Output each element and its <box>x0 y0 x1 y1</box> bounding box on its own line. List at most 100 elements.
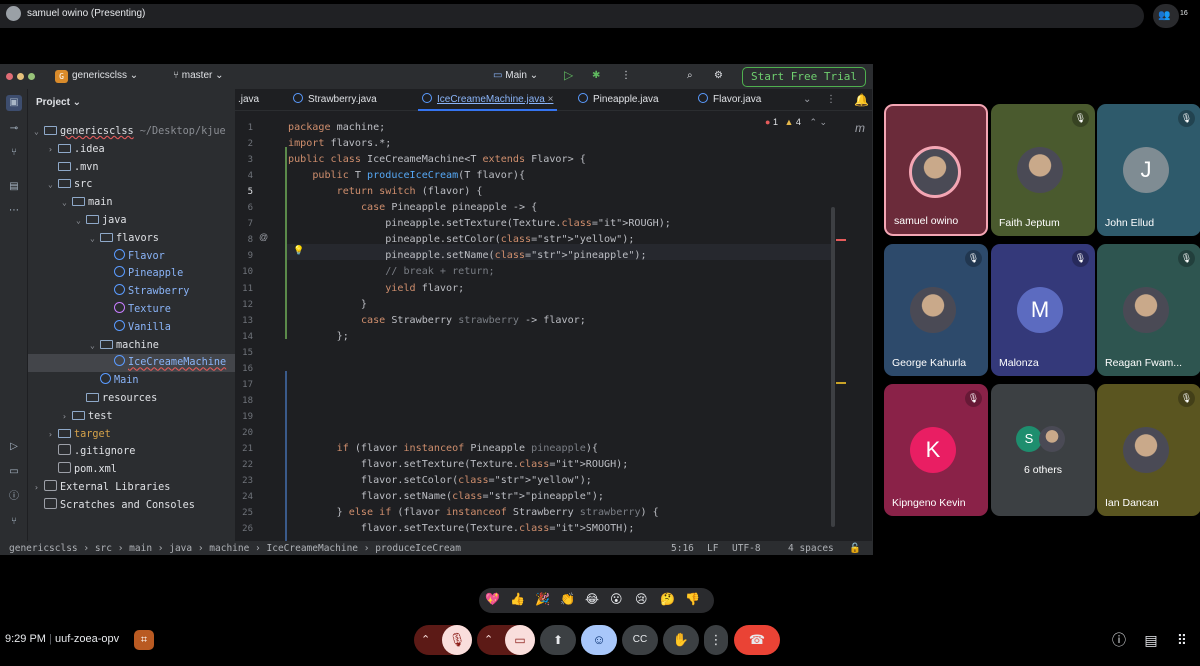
participant-tile[interactable]: M Malonza 🎙 <box>991 244 1095 376</box>
tree-item[interactable]: ⌄ flavors <box>28 230 235 248</box>
tree-item[interactable]: ⌄ machine <box>28 337 235 355</box>
activity-icon[interactable]: ⌗ <box>134 630 154 650</box>
code-line[interactable]: case Strawberry strawberry -> flavor; <box>288 313 586 329</box>
code-line[interactable]: public T produceIceCream(T flavor){ <box>288 168 525 184</box>
tree-item[interactable]: Main <box>28 372 235 390</box>
leave-call-icon[interactable]: ☎ <box>734 625 780 655</box>
expand-chevron-icon[interactable]: › <box>48 426 58 444</box>
expand-chevron-icon[interactable]: ⌄ <box>90 230 100 248</box>
search-icon[interactable]: ⌕ <box>687 70 693 81</box>
participant-tile[interactable]: S6 others <box>991 384 1095 516</box>
more-options-icon[interactable]: ⋮ <box>704 625 728 655</box>
reaction-emoji[interactable]: 😢 <box>635 592 648 606</box>
project-tool-icon[interactable]: ▣ <box>6 95 22 111</box>
captions-icon[interactable]: CC <box>622 625 658 655</box>
participant-tile[interactable]: Ian Dancan 🎙 <box>1097 384 1200 516</box>
tree-item[interactable]: › target <box>28 426 235 444</box>
minimize-dot[interactable] <box>17 73 24 80</box>
code-line[interactable]: pineapple.setTexture(Texture.class="it">… <box>288 216 671 232</box>
code-line[interactable]: pineapple.setColor(class="str">"yellow")… <box>288 232 634 248</box>
participant-tile[interactable]: J John Ellud 🎙 <box>1097 104 1200 236</box>
run-tool-icon[interactable]: ▷ <box>6 439 22 455</box>
video-options-chevron-icon[interactable]: ⌃ <box>484 633 493 646</box>
tabs-more-icon[interactable]: ⋮ <box>826 89 836 111</box>
maven-icon[interactable]: m <box>855 121 865 135</box>
people-button[interactable]: 👥 <box>1153 4 1179 28</box>
expand-chevron-icon[interactable]: ⌄ <box>34 123 44 141</box>
reaction-emoji[interactable]: 🤔 <box>660 592 675 606</box>
reaction-emoji[interactable]: 👏 <box>560 592 575 606</box>
participant-tile[interactable]: samuel owino <box>884 104 988 236</box>
expand-chevron-icon[interactable]: ⌄ <box>62 194 72 212</box>
notifications-icon[interactable]: 🔔 <box>854 93 869 107</box>
start-trial-button[interactable]: Start Free Trial <box>742 67 866 87</box>
expand-chevron-icon[interactable]: ⌄ <box>48 176 58 194</box>
tree-item[interactable]: › .idea <box>28 141 235 159</box>
run-icon[interactable]: ▷ <box>564 68 573 82</box>
status-breadcrumb[interactable]: genericsclss › src › main › java › machi… <box>9 541 461 554</box>
tree-item[interactable]: .mvn <box>28 159 235 177</box>
reaction-emoji[interactable]: 😂 <box>585 592 599 606</box>
tabs-dropdown-icon[interactable]: ⌄ <box>803 89 811 111</box>
code-line[interactable]: return switch (flavor) { <box>288 184 483 200</box>
code-line[interactable]: if (flavor instanceof Pineapple pineappl… <box>288 441 598 457</box>
code-line[interactable]: import flavors.*; <box>288 136 391 152</box>
more-tools-icon[interactable]: ⋯ <box>6 203 22 219</box>
pull-request-icon[interactable]: ⑂ <box>6 145 22 161</box>
tab-java[interactable]: .java <box>238 89 259 111</box>
line-separator[interactable]: LF <box>707 541 718 554</box>
reaction-emoji[interactable]: 👍 <box>510 592 525 606</box>
tree-item[interactable]: IceCreameMachine <box>28 354 235 373</box>
tab-strawberry[interactable]: Strawberry.java <box>293 89 377 111</box>
tree-item[interactable]: resources <box>28 390 235 408</box>
debug-icon[interactable]: ✱ <box>592 70 600 81</box>
commit-tool-icon[interactable]: ⊸ <box>6 121 22 137</box>
code-line[interactable]: } <box>288 297 367 313</box>
settings-icon[interactable]: ⚙ <box>714 70 723 81</box>
maximize-dot[interactable] <box>28 73 35 80</box>
mic-off-icon[interactable]: 🎙 <box>442 625 472 655</box>
tree-item[interactable]: Flavor <box>28 248 235 266</box>
caret-position[interactable]: 5:16 <box>671 541 694 554</box>
reaction-emoji[interactable]: 👎 <box>685 592 700 606</box>
file-encoding[interactable]: UTF-8 <box>732 541 761 554</box>
code-line[interactable]: flavor.setColor(class="str">"yellow"); <box>288 473 592 489</box>
terminal-icon[interactable]: ▭ <box>6 464 22 480</box>
expand-chevron-icon[interactable]: › <box>48 141 58 159</box>
reaction-emoji[interactable]: 🎉 <box>535 592 550 606</box>
code-line[interactable]: package machine; <box>288 120 385 136</box>
branch-selector[interactable]: ⑂ master ⌄ <box>173 70 224 81</box>
project-tree-header[interactable]: Project ⌄ <box>36 97 81 108</box>
tab-pineapple[interactable]: Pineapple.java <box>578 89 659 111</box>
tree-item[interactable]: ⌄ java <box>28 212 235 230</box>
code-line[interactable]: flavor.setName(class="str">"pineapple"); <box>288 489 604 505</box>
present-screen-icon[interactable]: ⬆ <box>540 625 576 655</box>
expand-chevron-icon[interactable]: ⌄ <box>90 337 100 355</box>
participant-tile[interactable]: George Kahurla 🎙 <box>884 244 988 376</box>
camera-off-icon[interactable]: ▭ <box>505 625 535 655</box>
participant-tile[interactable]: Reagan Fwam... 🎙 <box>1097 244 1200 376</box>
code-line[interactable]: flavor.setTexture(Texture.class="it">ROU… <box>288 457 628 473</box>
code-line[interactable]: pineapple.setName(class="str">"pineapple… <box>288 248 646 264</box>
expand-chevron-icon[interactable]: › <box>34 479 44 497</box>
activities-grid-icon[interactable]: ⠿ <box>1172 630 1192 650</box>
code-line[interactable]: flavor.setTexture(Texture.class="it">SMO… <box>288 521 634 537</box>
git-icon[interactable]: ⑂ <box>6 514 22 530</box>
reaction-emoji[interactable]: 😮 <box>610 592 623 606</box>
emoji-reaction-icon[interactable]: ☺ <box>581 625 617 655</box>
tree-item[interactable]: ⌄ genericsclss ~/Desktop/kjue <box>28 123 235 141</box>
problems-icon[interactable]: ⓘ <box>6 489 22 505</box>
tree-item[interactable]: Scratches and Consoles <box>28 497 235 515</box>
tree-item[interactable]: Pineapple <box>28 265 235 283</box>
lock-icon[interactable]: 🔓 <box>849 541 861 554</box>
tree-item[interactable]: Vanilla <box>28 319 235 337</box>
inspection-widget[interactable]: ● 1 ▲ 4 ⌃ ⌄ <box>765 117 827 128</box>
tree-item[interactable]: ⌄ main <box>28 194 235 212</box>
override-gutter-icon[interactable]: @ <box>259 232 268 242</box>
code-line[interactable]: case Pineapple pineapple -> { <box>288 200 537 216</box>
indent-setting[interactable]: 4 spaces <box>788 541 834 554</box>
tree-item[interactable]: ⌄ src <box>28 176 235 194</box>
tree-item[interactable]: pom.xml <box>28 461 235 479</box>
tab-icecreamemachine[interactable]: IceCreameMachine.java × <box>418 89 558 111</box>
close-dot[interactable] <box>6 73 13 80</box>
